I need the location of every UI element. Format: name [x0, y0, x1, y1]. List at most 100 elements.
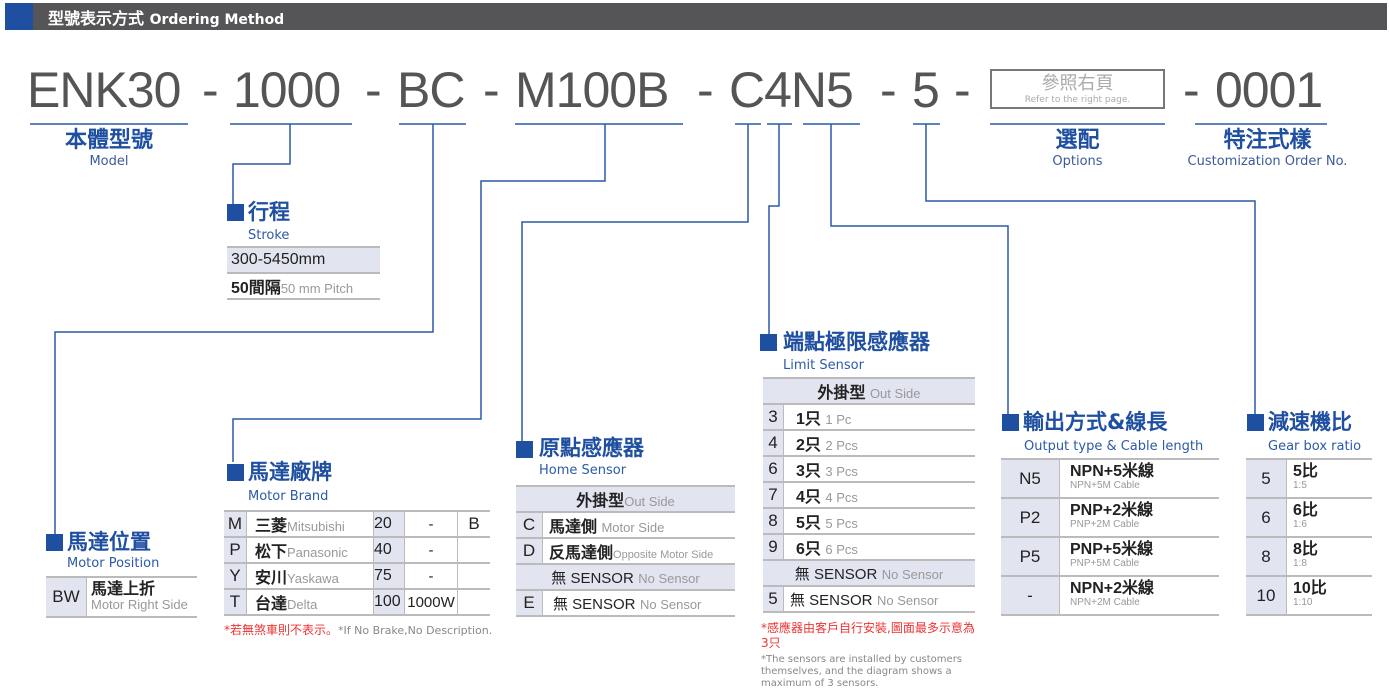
motor-brand-title: 馬達廠牌	[248, 460, 332, 484]
row-en: 2 Pcs	[825, 438, 858, 453]
table-row: E 無 SENSOR No Sensor	[516, 590, 735, 617]
row-en: 6 Pcs	[825, 542, 858, 557]
row-zh: 1只	[796, 411, 821, 428]
row-code: P5	[1001, 537, 1060, 577]
table-row: T 台達Delta 100 1000W	[224, 589, 490, 616]
options-label: 選配 Options	[990, 128, 1165, 170]
group-zh: 外掛型	[576, 493, 625, 510]
row-zh: NPN+2米線	[1070, 579, 1155, 597]
table-row: 4 2只 2 Pcs	[763, 430, 975, 457]
stroke-subtitle: Stroke	[248, 228, 290, 243]
table-row: 無 SENSOR No Sensor	[516, 564, 735, 591]
section-marker-icon	[516, 441, 533, 458]
section-marker-icon	[1002, 414, 1019, 431]
row-desc: 2只 2 Pcs	[783, 430, 975, 457]
table-row: 3 1只 1 Pc	[763, 404, 975, 431]
table-row: M 三菱Mitsubishi 20- B	[224, 511, 490, 538]
row-zh: 馬達側	[549, 519, 598, 536]
row-code: D	[516, 538, 543, 565]
row-code: 3	[763, 404, 784, 431]
table-row: P 松下Panasonic 40-	[224, 537, 490, 564]
row-desc: 6比 1:6	[1286, 498, 1372, 538]
brand-name: 松下Panasonic	[246, 537, 374, 564]
row-zh: 4只	[796, 489, 821, 506]
section-marker-icon	[227, 464, 244, 481]
table-row: 外掛型 Out Side	[763, 378, 975, 405]
brand-brake	[457, 589, 490, 616]
row-zh: NPN+5米線	[1070, 462, 1155, 480]
group-en: No Sensor	[638, 570, 700, 586]
row-code: 5	[1246, 459, 1287, 499]
row-en: NPN+5M Cable	[1070, 479, 1140, 491]
custom-label-zh: 特注式樣	[1223, 128, 1312, 153]
row-desc: 6只 6 Pcs	[783, 534, 975, 561]
table-row: N5 NPN+5米線 NPN+5M Cable	[1001, 459, 1219, 499]
table-row: 50間隔50 mm Pitch	[227, 273, 380, 300]
table-row: 6 3只 3 Pcs	[763, 456, 975, 483]
row-zh: 2只	[796, 437, 821, 454]
brand-en: Panasonic	[287, 545, 348, 560]
brand-zh: 安川	[255, 570, 288, 587]
table-row: BW 馬達上折 Motor Right Side	[46, 577, 197, 618]
row-code: 9	[763, 534, 784, 561]
row-zh: 8比	[1293, 540, 1318, 558]
row-zh: PNP+2米線	[1070, 501, 1154, 519]
group-en: Out Side	[869, 386, 921, 401]
table-row: D 反馬達側Opposite Motor Side	[516, 538, 735, 565]
row-en: 1:10	[1293, 596, 1313, 608]
row-code: C	[516, 512, 543, 539]
brand-en: Delta	[287, 597, 318, 612]
note-zh: *若無煞車則不表示。	[224, 623, 339, 637]
row-code: 8	[763, 508, 784, 535]
home-sensor-table: 外掛型Out Side C 馬達側 Motor Side D 反馬達側Opposit…	[516, 485, 735, 617]
row-code: P2	[1001, 498, 1060, 538]
brand-name: 三菱Mitsubishi	[246, 511, 374, 538]
model-label-en: Model	[89, 154, 129, 169]
row-en: Motor Side	[601, 520, 665, 535]
row-zh: 反馬達側	[549, 545, 614, 562]
brand-brake	[457, 537, 490, 564]
motor-position-zh: 馬達上折	[91, 581, 156, 598]
row-code: 4	[763, 430, 784, 457]
row-zh: 5比	[1293, 462, 1318, 480]
limit-sensor-subtitle: Limit Sensor	[783, 358, 864, 373]
motor-brand-table: M 三菱Mitsubishi 20- B P 松下Panasonic 40- Y 安川Yaska…	[224, 510, 490, 616]
row-zh: PNP+5米線	[1070, 540, 1154, 558]
brand-watt: 20	[373, 511, 405, 538]
brand-code: T	[224, 589, 247, 616]
section-marker-icon	[46, 534, 63, 551]
stroke-title: 行程	[248, 200, 290, 224]
options-label-zh: 選配	[1055, 128, 1100, 153]
row-code: 6	[763, 456, 784, 483]
brand-watt: 100	[373, 589, 405, 616]
table-row: 5 5比 1:5	[1246, 459, 1372, 499]
row-code: 10	[1246, 576, 1287, 616]
table-row: 300-5450mm	[227, 247, 380, 274]
output-type-title: 輸出方式&線長	[1023, 410, 1168, 434]
note-en: *If No Brake,No Description.	[338, 624, 493, 637]
model-label-zh: 本體型號	[64, 128, 153, 153]
row-en: 1:6	[1293, 518, 1307, 530]
row-en: No Sensor	[876, 592, 939, 608]
row-en: 5 Pcs	[825, 516, 858, 531]
table-row: 外掛型Out Side	[516, 486, 735, 513]
note-zh: *感應器由客戶自行安裝,圖面最多示意為3只	[761, 621, 975, 650]
section-marker-icon	[760, 334, 777, 351]
brand-zh: 三菱	[255, 518, 288, 535]
row-desc: 8比 1:8	[1286, 537, 1372, 577]
table-row: 無 SENSOR No Sensor	[763, 560, 975, 587]
row-zh: 無 SENSOR	[553, 595, 636, 613]
table-row: 8 5只 5 Pcs	[763, 508, 975, 535]
row-code: E	[516, 590, 543, 617]
brand-watt: 40	[373, 537, 405, 564]
row-en: No Sensor	[639, 596, 702, 612]
motor-position-code: BW	[46, 577, 87, 618]
row-code: N5	[1001, 459, 1060, 499]
row-en: 1:8	[1293, 557, 1307, 569]
limit-sensor-note: *感應器由客戶自行安裝,圖面最多示意為3只 *The sensors are i…	[761, 621, 981, 690]
row-en: 1:5	[1293, 479, 1307, 491]
motor-position-en: Motor Right Side	[91, 597, 188, 612]
gear-ratio-title: 減速機比	[1268, 410, 1352, 434]
stroke-range: 300-5450mm	[227, 247, 380, 274]
row-en: 3 Pcs	[825, 464, 858, 479]
